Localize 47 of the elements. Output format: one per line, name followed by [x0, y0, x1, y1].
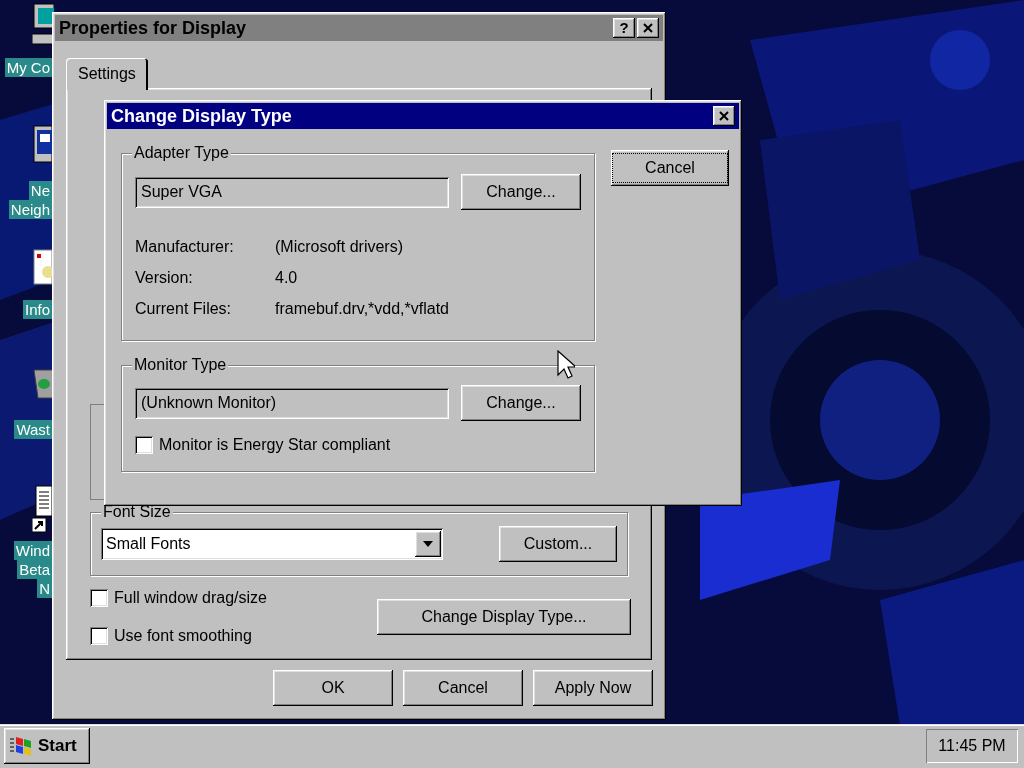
checkbox[interactable] [90, 589, 108, 607]
monitor-field: (Unknown Monitor) [135, 387, 449, 419]
dialog-button[interactable]: Apply Now [533, 670, 653, 706]
document-icon [32, 246, 52, 286]
icon-label: My Co [4, 58, 52, 77]
close-button[interactable] [637, 18, 659, 38]
detail-value: 4.0 [275, 268, 299, 288]
icon-label: Info [22, 300, 52, 319]
checkbox-label: Use font smoothing [114, 626, 252, 646]
change-display-type-button[interactable]: Change Display Type... [377, 599, 631, 635]
custom-button[interactable]: Custom... [499, 526, 617, 562]
cancel-button[interactable]: Cancel [611, 150, 729, 186]
close-icon [719, 111, 729, 121]
checkbox[interactable] [90, 627, 108, 645]
icon-label: Wast [14, 420, 52, 439]
close-icon [643, 23, 653, 33]
dialog-button[interactable]: OK [273, 670, 393, 706]
start-button[interactable]: Start [4, 728, 90, 764]
icon-label: N [37, 579, 52, 598]
detail-value: (Microsoft drivers) [275, 237, 404, 257]
window-title: Change Display Type [111, 104, 292, 128]
font-size-dropdown[interactable]: Small Fonts [101, 528, 443, 560]
windows-logo-icon [10, 735, 34, 757]
pointer-icon [557, 350, 575, 380]
checkbox-label: Monitor is Energy Star compliant [159, 435, 391, 455]
clock: 11:45 PM [926, 729, 1018, 763]
window-title: Properties for Display [59, 16, 247, 40]
detail-label: Version: [135, 268, 194, 288]
checkbox[interactable] [135, 436, 153, 454]
caret-icon [423, 541, 433, 547]
dialog-button[interactable]: Cancel [403, 670, 523, 706]
dropdown-arrow-button[interactable] [415, 531, 441, 557]
detail-value: framebuf.drv,*vdd,*vflatd [275, 299, 450, 319]
close-button[interactable] [713, 106, 735, 126]
icon-label: Beta [17, 560, 52, 579]
tab[interactable]: Settings [66, 58, 148, 90]
detail-label: Manufacturer: [135, 237, 235, 257]
detail-label: Current Files: [135, 299, 233, 319]
checkbox-label: Full window drag/size [114, 588, 267, 608]
help-button[interactable]: ? [613, 18, 635, 38]
change-button[interactable]: Change... [461, 385, 581, 421]
adapter-field: Super VGA [135, 176, 449, 208]
icon-label: Neigh [8, 200, 52, 219]
shortcut-icon [32, 484, 54, 534]
icon-label: Wind [13, 541, 52, 560]
change-button[interactable]: Change... [461, 174, 581, 210]
icon-label: Ne [28, 181, 52, 200]
